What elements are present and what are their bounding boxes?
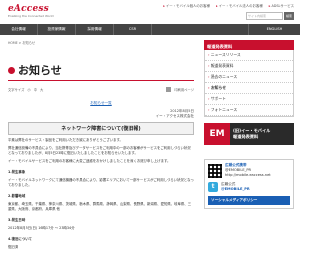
top-link-adsl[interactable]: ADSLサービス	[269, 3, 294, 8]
news-list-link[interactable]: お知らせ一覧	[8, 101, 194, 106]
site-header: eAccess Enabling the Connected World イー・…	[0, 0, 300, 24]
nav-item-company[interactable]: 会社情報	[0, 24, 38, 35]
search-input[interactable]: サイト内検索	[246, 12, 283, 20]
sidebar: 報道発表資料 ニュースリリース 報道発表資料 過去のニュース お知らせ サポート…	[204, 40, 294, 209]
release-meta: 2012年8月5日 イー・アクセス株式会社	[8, 109, 194, 119]
social-media-policy-link[interactable]: ソーシャルメディアポリシー	[208, 196, 290, 205]
twitter-handle: @EMOBILE_PR	[221, 187, 250, 191]
twitter-icon: t	[208, 182, 218, 192]
sidebar-item-photo-news[interactable]: フォトニュース	[205, 105, 293, 116]
banner-line-2: 報道発表資料	[233, 134, 259, 139]
emobile-press-banner[interactable]: EM (旧)イー・モバイル 報道発表資料	[204, 123, 294, 145]
nav-item-csr[interactable]: CSR	[114, 24, 152, 35]
font-size-large-button[interactable]: 大	[40, 87, 43, 92]
twitter-link[interactable]: t 広報公式 @EMOBILE_PR	[208, 182, 290, 192]
section-title: 1.発生事象	[8, 170, 26, 174]
font-size-controls: 文字サイズ 小 中 大	[8, 87, 43, 92]
article-paragraph: 平素は弊社のサービス・製品をご利用いただき誠にありがとうございます。	[8, 138, 123, 142]
font-size-small-button[interactable]: 小	[27, 87, 30, 92]
section-title: 4.復旧について	[8, 237, 32, 241]
section-title: 2.影響地域	[8, 194, 26, 198]
top-link-corporate[interactable]: イー・モバイル法人のお客様	[216, 3, 263, 8]
nav-item-recruit[interactable]: 採用情報	[76, 24, 114, 35]
font-size-label: 文字サイズ	[8, 88, 25, 92]
printer-icon	[166, 87, 172, 92]
article-paragraph: イー・モバイルサービスをご利用のお客様に大変ご迷惑をおかけしましたことを深くお詫…	[8, 159, 171, 163]
mobile-site-row: 広報公式携帯 @EMOBILE_PR http://mobile.eaccess…	[208, 163, 290, 178]
print-control[interactable]: 印刷用ページ	[166, 87, 194, 92]
search: サイト内検索 検索	[246, 12, 294, 20]
mobile-site-url[interactable]: http://mobile.eaccess.net	[225, 173, 271, 178]
sidebar-list: ニュースリリース 報道発表資料 過去のニュース お知らせ サポート フォトニュー…	[204, 50, 294, 117]
logo-tagline: Enabling the Connected World	[8, 14, 54, 18]
sidebar-heading[interactable]: 報道発表資料	[204, 40, 294, 50]
sidebar-item-press[interactable]: 報道発表資料	[205, 61, 293, 72]
page-tools: 文字サイズ 小 中 大 印刷用ページ	[8, 87, 194, 92]
article-paragraph: 弊社通信設備の不具合により、当社携帯及びデータサービスをご利用中の一部のお客様が…	[8, 146, 191, 155]
section-text: イー・モバイルネットワークにて通信機器の不具合により、影響エリアにおいて一部サー…	[8, 178, 194, 187]
nav-item-english[interactable]: ENGLISH	[248, 24, 300, 35]
section-text: 2012年8月5日(日) 16時17分 〜 23時34分	[8, 226, 75, 230]
search-button[interactable]: 検索	[284, 12, 294, 20]
qr-code-icon	[208, 163, 222, 178]
mobile-site-text: 広報公式携帯 @EMOBILE_PR http://mobile.eaccess…	[225, 163, 271, 178]
top-link-personal[interactable]: イー・モバイル個人のお客様	[163, 3, 210, 8]
mobile-site-box: 広報公式携帯 @EMOBILE_PR http://mobile.eaccess…	[204, 159, 294, 209]
article-heading: ネットワーク障害について(復旧報)	[8, 122, 194, 135]
section-text: 東京都、埼玉県、千葉県、神奈川県、茨城県、栃木県、群馬県、静岡県、山梨県、長野県…	[8, 202, 192, 211]
sidebar-item-support[interactable]: サポート	[205, 94, 293, 105]
nav-item-investors[interactable]: 投資家情報	[38, 24, 76, 35]
section-text: 復旧済	[8, 245, 19, 249]
article-body: 平素は弊社のサービス・製品をご利用いただき誠にありがとうございます。 弊社通信設…	[8, 138, 194, 250]
emobile-logo-icon: EM	[204, 123, 230, 145]
title-bullet-icon	[8, 66, 15, 74]
sidebar-item-notices[interactable]: お知らせ	[205, 83, 293, 94]
print-link[interactable]: 印刷用ページ	[174, 87, 194, 92]
main-content: お知らせ 文字サイズ 小 中 大 印刷用ページ お知らせ一覧 2012年8月5日…	[8, 47, 194, 250]
sidebar-item-news-release[interactable]: ニュースリリース	[205, 50, 293, 61]
logo[interactable]: eAccess	[8, 4, 49, 14]
section-title: 3.発生日時	[8, 218, 26, 222]
top-links: イー・モバイル個人のお客様 イー・モバイル法人のお客様 ADSLサービス	[163, 3, 294, 8]
sidebar-item-past-news[interactable]: 過去のニュース	[205, 72, 293, 83]
twitter-text: 広報公式 @EMOBILE_PR	[221, 182, 250, 192]
title-divider	[8, 80, 194, 81]
global-nav: 会社情報 投資家情報 採用情報 CSR ENGLISH	[0, 24, 300, 35]
page-title: お知らせ	[8, 63, 194, 77]
breadcrumb[interactable]: HOME > お知らせ	[8, 40, 35, 45]
font-size-medium-button[interactable]: 中	[34, 87, 37, 92]
release-company: イー・アクセス株式会社	[155, 114, 194, 118]
banner-text: (旧)イー・モバイル 報道発表資料	[230, 128, 270, 140]
page-title-text: お知らせ	[18, 64, 62, 77]
